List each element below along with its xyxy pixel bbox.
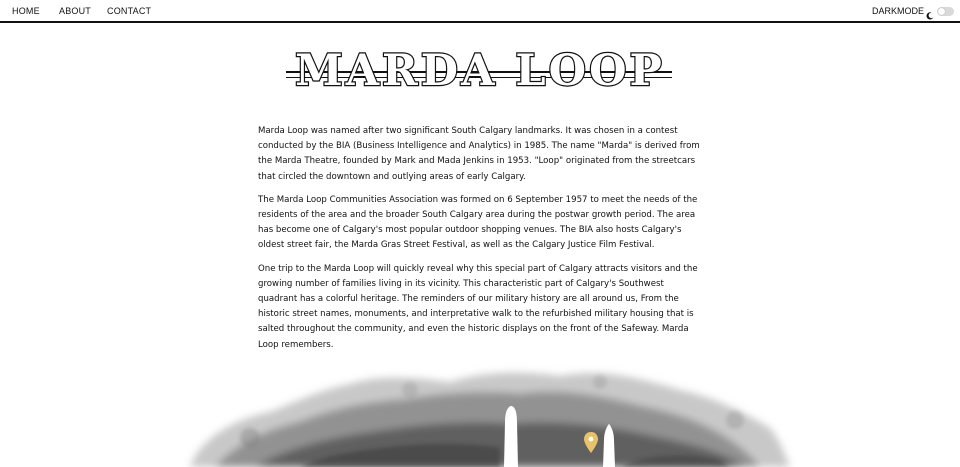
paragraph-association: The Marda Loop Communities Association w… — [258, 194, 698, 251]
darkmode-toggle[interactable] — [937, 6, 954, 16]
paragraph-history: Marda Loop was named after two significa… — [258, 126, 700, 182]
tower-left — [504, 406, 518, 467]
ink-splash-illustration — [0, 360, 960, 467]
paragraph-visit: One trip to the Marda Loop will quickly … — [258, 263, 698, 350]
nav-home-link[interactable]: HOME — [12, 6, 40, 16]
nav-about-link[interactable]: ABOUT — [59, 6, 91, 16]
darkmode-control: DARKMODE — [871, 5, 954, 20]
page-title-block: MARDA LOOP — [280, 44, 680, 104]
moon-icon — [926, 7, 934, 20]
nav-contact-link[interactable]: CONTACT — [107, 6, 151, 16]
main-content: Marda Loop was named after two significa… — [258, 124, 704, 361]
toggle-knob — [938, 7, 945, 15]
darkmode-label: DARKMODE — [871, 6, 924, 16]
top-navigation: HOME ABOUT CONTACT DARKMODE — [0, 0, 960, 23]
page-title: MARDA LOOP — [294, 45, 665, 97]
